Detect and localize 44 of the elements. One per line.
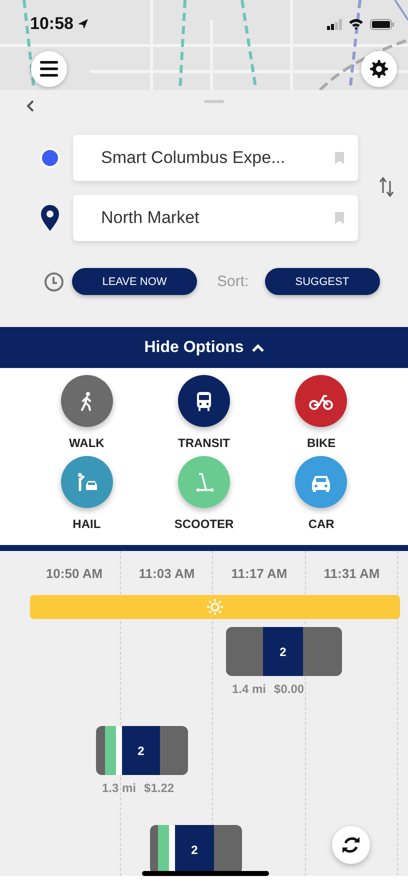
sort-button[interactable]: SUGGEST [264, 268, 380, 295]
destination-field[interactable]: North Market [73, 195, 358, 241]
mode-label: WALK [69, 436, 104, 450]
time-label: 11:31 AM [322, 566, 381, 580]
clock-icon [44, 272, 64, 292]
chevron-up-icon [252, 342, 264, 352]
settings-icon [370, 60, 388, 78]
battery-icon [370, 18, 394, 30]
sort-label: Sort: [217, 273, 249, 290]
time-label: 11:17 AM [230, 566, 288, 580]
trip-bar[interactable]: 2 [96, 726, 188, 775]
wifi-icon [348, 18, 364, 30]
mode-button[interactable] [178, 375, 230, 427]
trip-distance: 1.3 mi [102, 781, 136, 795]
origin-dot-icon [40, 148, 60, 168]
trip-distance: 1.4 mi [232, 682, 266, 696]
mode-label: SCOOTER [174, 517, 234, 531]
origin-field[interactable]: Smart Columbus Expe... [73, 135, 358, 181]
refresh-button[interactable] [332, 826, 370, 864]
menu-icon [40, 61, 58, 77]
trip-cost: $1.22 [144, 781, 174, 795]
time-label: 11:03 AM [138, 566, 196, 580]
sun-icon [207, 599, 223, 615]
trip-cost: $0.00 [274, 682, 304, 696]
time-label: 10:50 AM [44, 566, 104, 580]
signal-icon [327, 18, 342, 30]
location-pin-icon [40, 205, 60, 231]
location-arrow-icon [77, 18, 90, 30]
mode-label: CAR [308, 517, 334, 531]
mode-label: HAIL [72, 517, 101, 531]
drag-handle-icon [204, 100, 224, 103]
trip-bar[interactable]: 2 [226, 627, 342, 676]
hide-options-button[interactable]: Hide Options [0, 327, 408, 368]
bookmark-icon [335, 212, 344, 224]
back-icon [26, 100, 35, 112]
status-time: 10:58 [30, 14, 74, 34]
leave-now-button[interactable]: LEAVE NOW [72, 268, 197, 295]
mode-label: BIKE [306, 436, 336, 450]
refresh-icon [342, 836, 360, 854]
mode-label: TRANSIT [178, 436, 230, 450]
trip-bar[interactable]: 2 [150, 825, 242, 874]
swap-arrows-icon [378, 176, 394, 196]
bookmark-icon [335, 152, 344, 164]
swap-button[interactable] [378, 176, 394, 200]
